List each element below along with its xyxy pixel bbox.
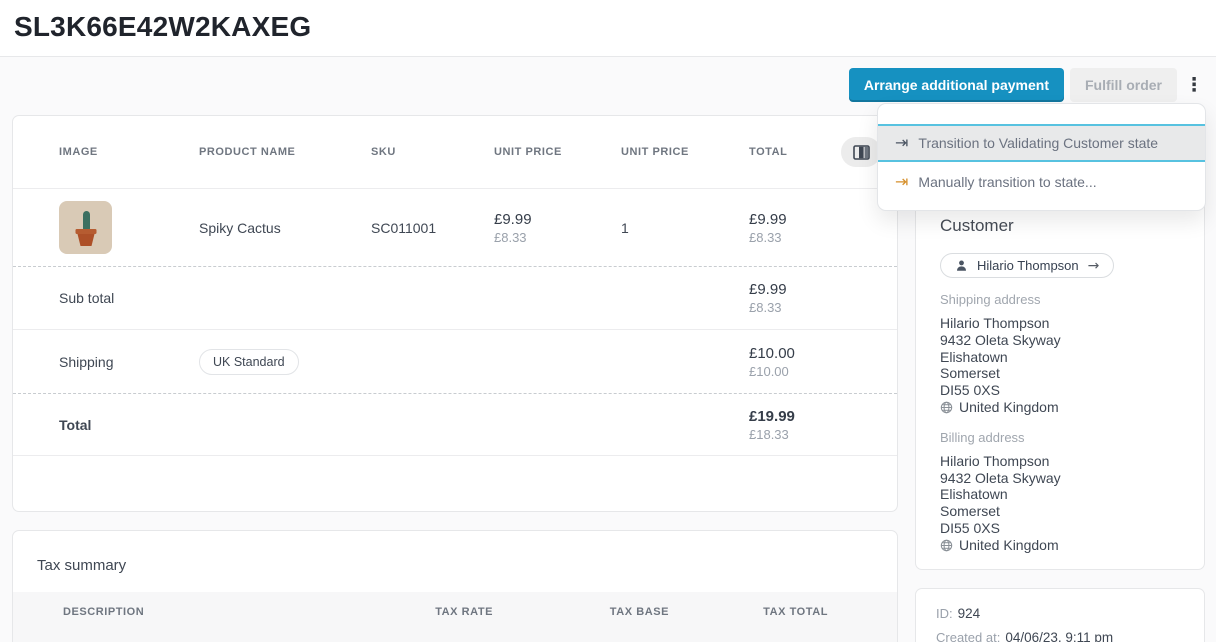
- total-value: £19.99 £18.33: [749, 408, 885, 442]
- product-name: Spiky Cactus: [199, 220, 371, 236]
- page-title: SL3K66E42W2KAXEG: [14, 11, 311, 43]
- order-table-header: IMAGE PRODUCT NAME SKU UNIT PRICE UNIT P…: [13, 116, 897, 188]
- shipping-method-badge: UK Standard: [199, 349, 299, 375]
- total-label: Total: [59, 417, 371, 433]
- tax-column-description: DESCRIPTION: [63, 606, 393, 618]
- arrange-additional-payment-button[interactable]: Arrange additional payment: [849, 68, 1064, 102]
- state-transition-dropdown: ⇥ Transition to Validating Customer stat…: [877, 103, 1206, 211]
- created-at-value: 04/06/23, 9:11 pm: [1005, 630, 1113, 642]
- column-header-sku: SKU: [371, 146, 494, 158]
- subtotal-value: £9.99 £8.33: [749, 281, 885, 315]
- menu-item-manually-transition[interactable]: ⇥ Manually transition to state...: [878, 162, 1205, 202]
- subtotal-row: Sub total £9.99 £8.33: [13, 267, 897, 330]
- column-header-product-name: PRODUCT NAME: [199, 146, 371, 158]
- created-at-row: Created at: 04/06/23, 9:11 pm: [936, 630, 1184, 642]
- order-summary-card: IMAGE PRODUCT NAME SKU UNIT PRICE UNIT P…: [12, 115, 898, 512]
- columns-toggle-button[interactable]: [841, 137, 881, 167]
- tax-column-base: TAX BASE: [493, 606, 669, 618]
- kebab-menu-icon[interactable]: ⋮: [1183, 68, 1205, 102]
- shipping-country: United Kingdom: [959, 399, 1059, 416]
- order-id-label: ID:: [936, 606, 953, 621]
- quantity-cell: 1: [621, 220, 749, 236]
- globe-icon: [940, 401, 953, 414]
- column-header-image: IMAGE: [59, 146, 199, 158]
- person-icon: [955, 259, 968, 272]
- customer-section-title: Customer: [940, 216, 1180, 236]
- total-row: Total £19.99 £18.33: [13, 394, 897, 456]
- shipping-row: Shipping UK Standard £10.00 £10.00: [13, 330, 897, 394]
- top-header-bar: SL3K66E42W2KAXEG: [0, 0, 1216, 57]
- tax-summary-title: Tax summary: [13, 531, 897, 574]
- billing-address-label: Billing address: [940, 430, 1180, 445]
- line-item-row: Spiky Cactus SC011001 £9.99 £8.33 1 £9.9…: [13, 188, 897, 267]
- unit-price-cell: £9.99 £8.33: [494, 211, 621, 245]
- billing-address: Hilario Thompson 9432 Oleta Skyway Elish…: [940, 453, 1180, 554]
- customer-link-pill[interactable]: Hilario Thompson →: [940, 253, 1114, 278]
- customer-name: Hilario Thompson: [977, 258, 1079, 273]
- fulfill-order-button[interactable]: Fulfill order: [1070, 68, 1177, 102]
- globe-icon: [940, 539, 953, 552]
- order-meta-card: ID: 924 Created at: 04/06/23, 9:11 pm: [915, 588, 1205, 642]
- order-id-row: ID: 924: [936, 606, 1184, 621]
- tax-summary-card: Tax summary DESCRIPTION TAX RATE TAX BAS…: [12, 530, 898, 642]
- shipping-address-label: Shipping address: [940, 292, 1180, 307]
- tax-column-rate: TAX RATE: [393, 606, 493, 618]
- order-actions: Arrange additional payment Fulfill order…: [849, 68, 1205, 102]
- transition-to-state-icon: ⇥: [895, 174, 908, 190]
- transition-to-state-icon: ⇥: [895, 135, 908, 151]
- billing-country: United Kingdom: [959, 537, 1059, 554]
- menu-item-transition-validating-customer[interactable]: ⇥ Transition to Validating Customer stat…: [878, 124, 1205, 162]
- arrow-right-icon: →: [1088, 258, 1100, 274]
- created-at-label: Created at:: [936, 630, 1000, 642]
- customer-card: Customer Hilario Thompson → Shipping add…: [915, 193, 1205, 570]
- order-id-value: 924: [958, 606, 981, 621]
- product-thumbnail-cactus-image: [59, 201, 112, 254]
- columns-icon: [853, 145, 870, 160]
- shipping-address: Hilario Thompson 9432 Oleta Skyway Elish…: [940, 315, 1180, 416]
- tax-table-header: DESCRIPTION TAX RATE TAX BASE TAX TOTAL: [13, 592, 897, 642]
- column-header-unit-price: UNIT PRICE: [494, 146, 621, 158]
- subtotal-label: Sub total: [59, 290, 371, 306]
- shipping-label: Shipping: [59, 354, 199, 370]
- line-total-cell: £9.99 £8.33: [749, 211, 885, 245]
- column-header-unit-price-2: UNIT PRICE: [621, 146, 749, 158]
- product-sku: SC011001: [371, 220, 494, 236]
- tax-column-total: TAX TOTAL: [669, 606, 828, 618]
- shipping-value: £10.00 £10.00: [749, 345, 885, 379]
